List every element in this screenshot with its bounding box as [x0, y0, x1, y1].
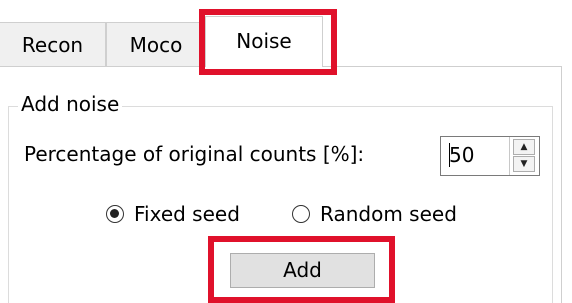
panel-border — [561, 66, 562, 303]
add-highlight-box — [208, 236, 395, 303]
spin-up-icon[interactable]: ▲ — [513, 139, 535, 155]
random-seed-label: Random seed — [320, 202, 457, 226]
tab-highlight-box — [199, 9, 337, 75]
spin-down-icon[interactable]: ▼ — [513, 156, 535, 172]
radio-random-seed[interactable]: Random seed — [292, 202, 457, 226]
spin-arrows: ▲ ▼ — [509, 137, 539, 175]
fixed-seed-label: Fixed seed — [134, 202, 240, 226]
tab-recon[interactable]: Recon — [0, 22, 106, 66]
percentage-value[interactable]: 50 — [449, 143, 474, 167]
group-title: Add noise — [18, 92, 123, 116]
percentage-spinbox[interactable]: 50 ▲ ▼ — [440, 136, 540, 176]
radio-unchecked-icon[interactable] — [292, 205, 310, 223]
text-caret — [449, 143, 450, 167]
tab-moco[interactable]: Moco — [106, 22, 206, 66]
radio-checked-icon[interactable] — [106, 205, 124, 223]
percentage-label: Percentage of original counts [%]: — [24, 142, 365, 166]
radio-fixed-seed[interactable]: Fixed seed — [106, 202, 240, 226]
